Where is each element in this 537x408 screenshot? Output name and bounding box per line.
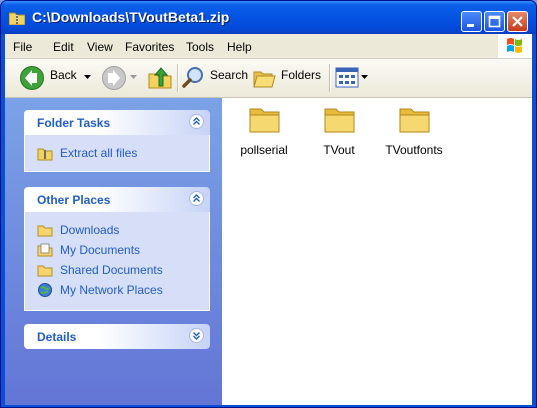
place-label: My Documents: [60, 243, 141, 257]
menu-file[interactable]: File: [13, 40, 32, 54]
windows-flag-icon: [507, 38, 522, 53]
menu-view[interactable]: View: [87, 40, 113, 54]
expand-button[interactable]: [189, 328, 204, 343]
task-label: Extract all files: [60, 146, 138, 160]
maximize-icon: [488, 15, 501, 28]
forward-arrow-icon: [102, 66, 126, 90]
standard-toolbar: Back Search Folders: [5, 59, 532, 98]
folder-name: TVoutfonts: [385, 143, 443, 157]
folder-item-tvout[interactable]: TVout: [299, 104, 379, 164]
collapse-button[interactable]: [189, 191, 204, 206]
folder-name: pollserial: [240, 143, 288, 157]
place-label: Shared Documents: [60, 263, 163, 277]
folders-label: Folders: [281, 68, 322, 82]
views-dropdown-icon[interactable]: [361, 75, 369, 81]
folders-icon: [253, 71, 276, 88]
folder-tasks-title: Folder Tasks: [37, 116, 111, 130]
details-panel: Details: [24, 324, 210, 349]
zip-folder-icon: [9, 12, 25, 25]
back-arrow-icon: [20, 66, 44, 90]
menu-tools[interactable]: Tools: [186, 40, 214, 54]
other-places-body: Downloads My Documents Shared Documents: [24, 212, 210, 311]
back-dropdown-icon[interactable]: [84, 75, 92, 81]
chevron-up-icon: [193, 194, 200, 202]
documents-folder-icon: [37, 243, 53, 257]
chevron-down-icon: [193, 332, 200, 340]
folder-tasks-panel: Folder Tasks Extract all files: [24, 110, 210, 172]
folder-icon: [37, 225, 53, 237]
menu-help[interactable]: Help: [227, 40, 252, 54]
search-icon: [182, 67, 203, 88]
window-client: File Edit View Favorites Tools Help Back…: [5, 34, 532, 405]
folder-name: TVout: [323, 143, 355, 157]
close-button[interactable]: [507, 11, 528, 32]
windows-logo: [498, 34, 532, 58]
title-bar[interactable]: C:\Downloads\TVoutBeta1.zip: [1, 1, 536, 34]
details-header[interactable]: Details: [24, 324, 210, 349]
window-title: C:\Downloads\TVoutBeta1.zip: [32, 9, 230, 25]
search-button[interactable]: Search: [182, 64, 249, 92]
up-folder-button[interactable]: [147, 64, 173, 92]
folder-icon: [249, 108, 280, 133]
toolbar-separator: [177, 64, 179, 92]
menu-edit[interactable]: Edit: [53, 40, 74, 54]
folder-icon: [324, 108, 355, 133]
details-title: Details: [37, 330, 77, 344]
other-places-title: Other Places: [37, 193, 111, 207]
task-pane: Folder Tasks Extract all files Other Pla…: [5, 98, 222, 405]
views-icon: [335, 67, 359, 88]
up-folder-icon: [148, 67, 172, 89]
forward-button[interactable]: [101, 64, 141, 92]
back-button[interactable]: Back: [19, 64, 97, 92]
folder-tasks-body: Extract all files: [24, 135, 210, 172]
maximize-button[interactable]: [484, 11, 505, 32]
search-label: Search: [210, 68, 249, 82]
chevron-up-icon: [193, 117, 200, 125]
place-label: Downloads: [60, 223, 120, 237]
collapse-button[interactable]: [189, 114, 204, 129]
folder-icon: [399, 108, 430, 133]
folder-item-tvoutfonts[interactable]: TVoutfonts: [374, 104, 454, 164]
folders-button[interactable]: Folders: [253, 64, 323, 92]
toolbar-separator: [329, 64, 331, 92]
minimize-button[interactable]: [461, 11, 482, 32]
explorer-window: C:\Downloads\TVoutBeta1.zip File Edit Vi…: [0, 0, 537, 408]
network-places-icon: [38, 283, 52, 297]
views-button[interactable]: [335, 64, 369, 92]
folder-item-pollserial[interactable]: pollserial: [224, 104, 304, 164]
menu-bar: File Edit View Favorites Tools Help: [5, 34, 532, 59]
back-label: Back: [50, 68, 77, 82]
folder-icon: [37, 265, 53, 277]
close-icon: [512, 16, 523, 27]
other-places-panel: Other Places Downloads My Documents Shar…: [24, 187, 210, 311]
place-label: My Network Places: [60, 283, 163, 297]
file-list-view: pollserial TVout TVoutfonts: [222, 98, 532, 405]
forward-dropdown-icon[interactable]: [130, 75, 138, 81]
zip-extract-icon: [37, 148, 53, 161]
menu-favorites[interactable]: Favorites: [125, 40, 174, 54]
folder-tasks-header[interactable]: Folder Tasks: [24, 110, 210, 135]
minimize-icon: [467, 24, 474, 27]
other-places-header[interactable]: Other Places: [24, 187, 210, 212]
